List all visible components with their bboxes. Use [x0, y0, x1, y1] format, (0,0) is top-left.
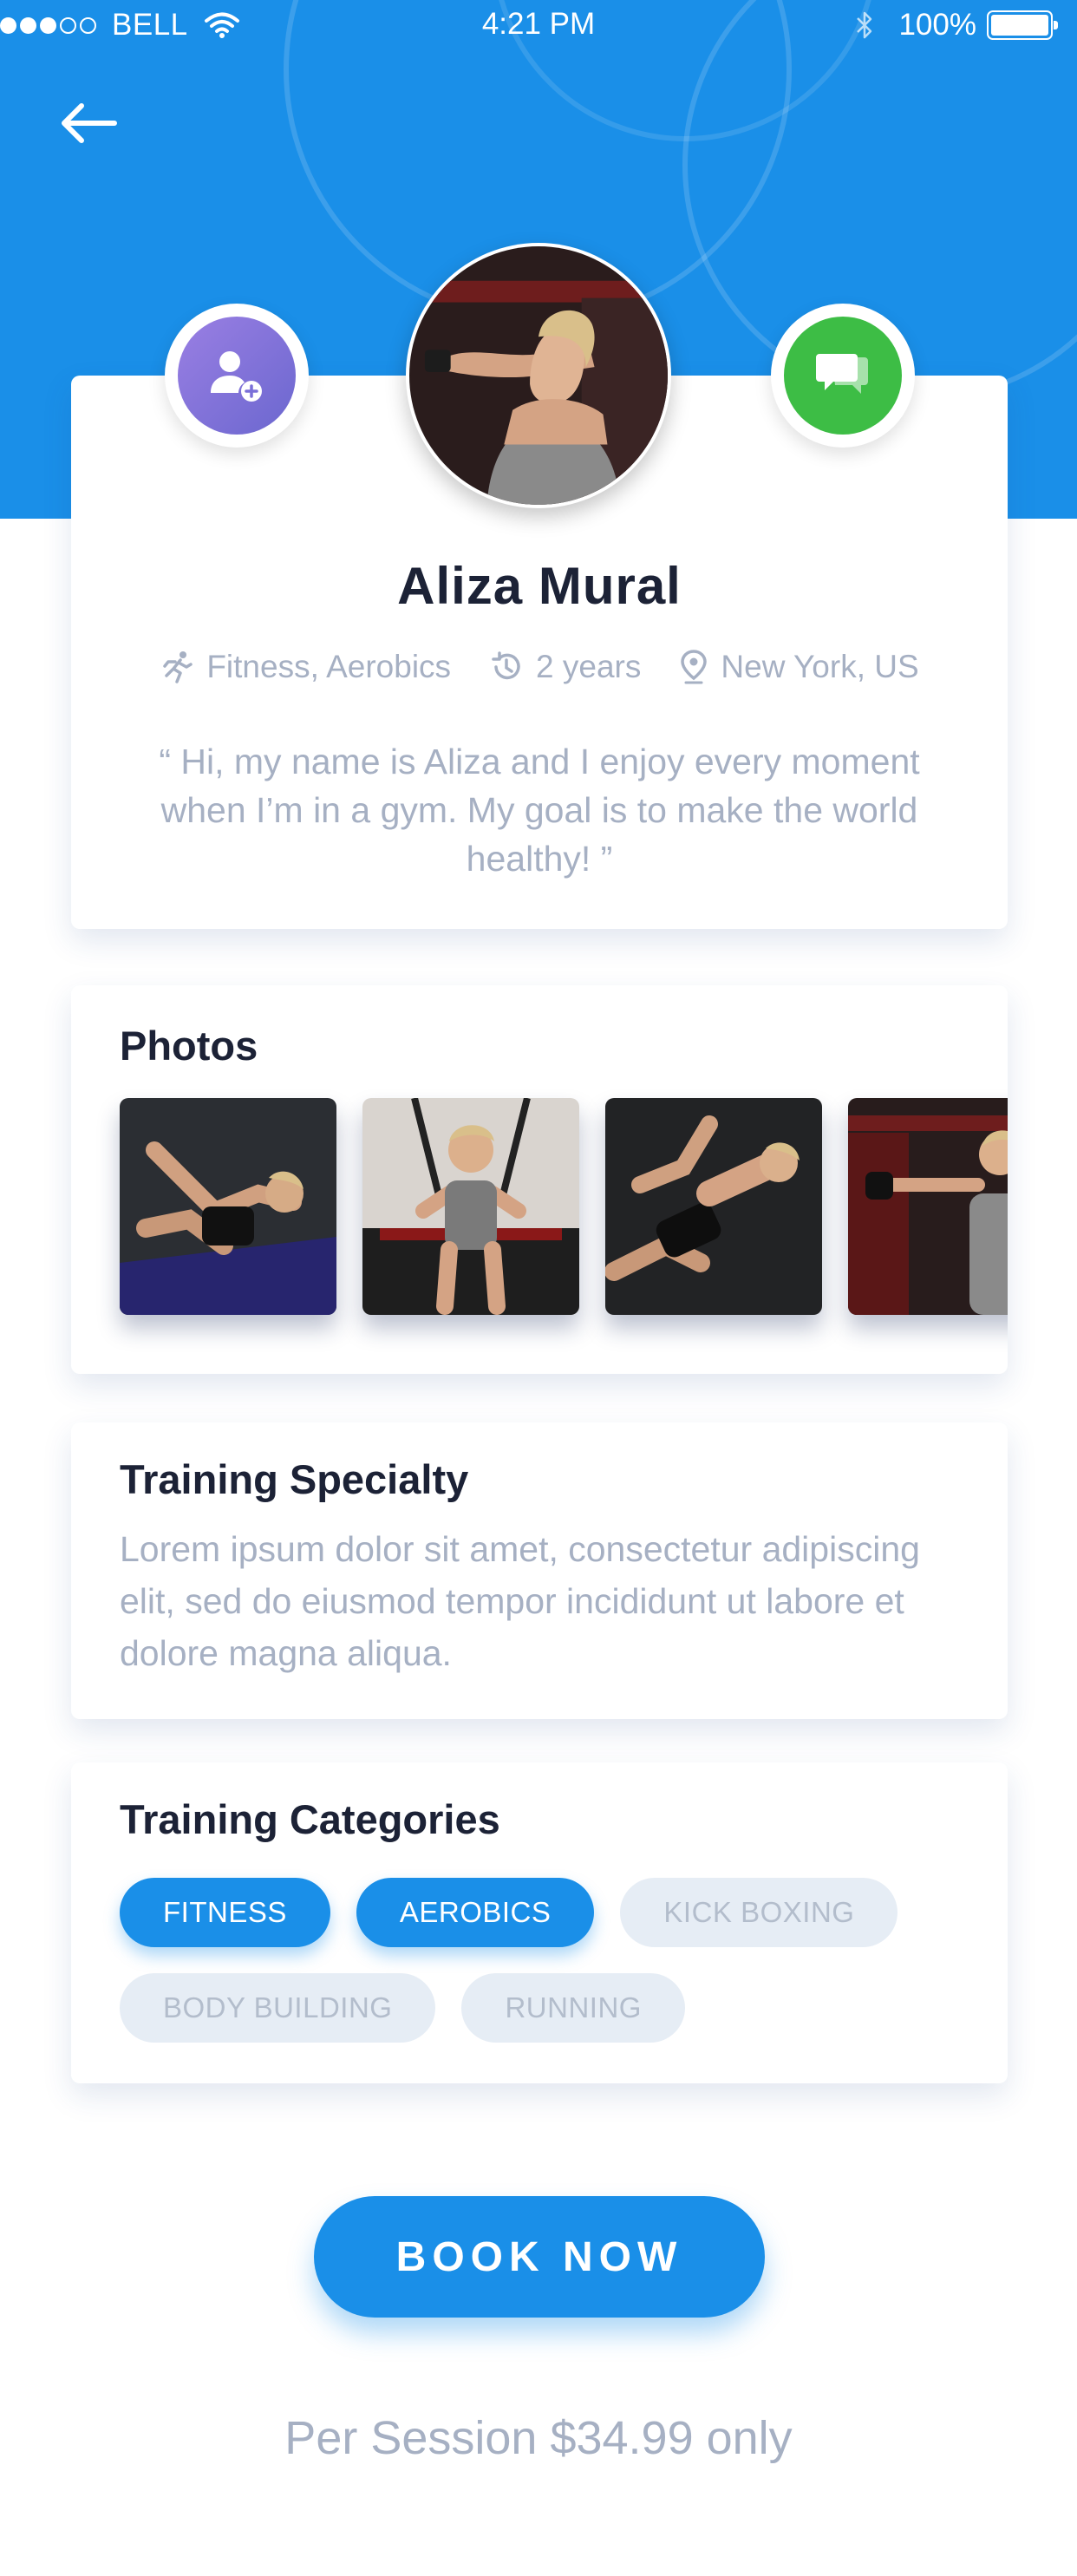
- tag-body-building[interactable]: BODY BUILDING: [120, 1973, 436, 2043]
- bluetooth-icon: [857, 11, 872, 39]
- location-pin-icon: [681, 650, 708, 684]
- photos-card: Photos: [71, 985, 1008, 1374]
- tag-fitness[interactable]: FITNESS: [120, 1878, 330, 1947]
- profile-quote: “ Hi, my name is Aliza and I enjoy every…: [159, 742, 920, 879]
- meta-location: New York, US: [679, 649, 919, 685]
- tag-running[interactable]: RUNNING: [461, 1973, 685, 2043]
- battery-percentage: 100%: [898, 8, 976, 42]
- tag-aerobics[interactable]: AEROBICS: [356, 1878, 595, 1947]
- meta-experience: 2 years: [489, 649, 641, 685]
- photo-crunches: [120, 1098, 336, 1315]
- meta-specialty-text: Fitness, Aerobics: [206, 649, 452, 684]
- photo-thumbnail[interactable]: [848, 1098, 1008, 1315]
- book-now-button[interactable]: BOOK NOW: [314, 2196, 765, 2318]
- training-specialty-text: Lorem ipsum dolor sit amet, consectetur …: [120, 1529, 920, 1673]
- photo-thumbnail[interactable]: [120, 1098, 336, 1315]
- add-user-icon: [211, 351, 262, 402]
- photo-kettlebell: [848, 1098, 1008, 1315]
- category-tags: FITNESS AEROBICS KICK BOXING BODY BUILDI…: [120, 1878, 978, 2069]
- meta-location-text: New York, US: [721, 649, 919, 684]
- profile-name: Aliza Mural: [397, 557, 682, 615]
- profile-meta: Fitness, Aerobics 2 years New York, US: [71, 649, 1008, 685]
- add-friend-button[interactable]: [165, 304, 309, 448]
- chat-button[interactable]: [771, 304, 915, 448]
- meta-experience-text: 2 years: [536, 649, 642, 684]
- photos-row[interactable]: [120, 1098, 1008, 1315]
- photos-title: Photos: [120, 1023, 258, 1069]
- training-categories-card: Training Categories FITNESS AEROBICS KIC…: [71, 1762, 1008, 2083]
- photo-thumbnail[interactable]: [362, 1098, 579, 1315]
- price-per-session: Per Session $34.99 only: [284, 2412, 793, 2464]
- photo-floor-exercise: [605, 1098, 822, 1315]
- training-specialty-title: Training Specialty: [120, 1456, 469, 1502]
- avatar: [406, 243, 671, 508]
- back-arrow-icon[interactable]: [57, 101, 120, 146]
- profile-photo: [409, 246, 668, 505]
- status-bar: BELL 4:21 PM 100%: [0, 0, 1077, 54]
- battery-icon: [987, 10, 1058, 40]
- running-icon: [163, 651, 193, 683]
- chat-icon: [816, 354, 868, 394]
- training-specialty-card: Training Specialty Lorem ipsum dolor sit…: [71, 1422, 1008, 1719]
- photo-thumbnail[interactable]: [605, 1098, 822, 1315]
- photo-trx: [362, 1098, 579, 1315]
- history-icon: [492, 651, 520, 680]
- meta-specialty: Fitness, Aerobics: [160, 649, 451, 685]
- training-categories-title: Training Categories: [120, 1796, 500, 1842]
- tag-kick-boxing[interactable]: KICK BOXING: [620, 1878, 898, 1947]
